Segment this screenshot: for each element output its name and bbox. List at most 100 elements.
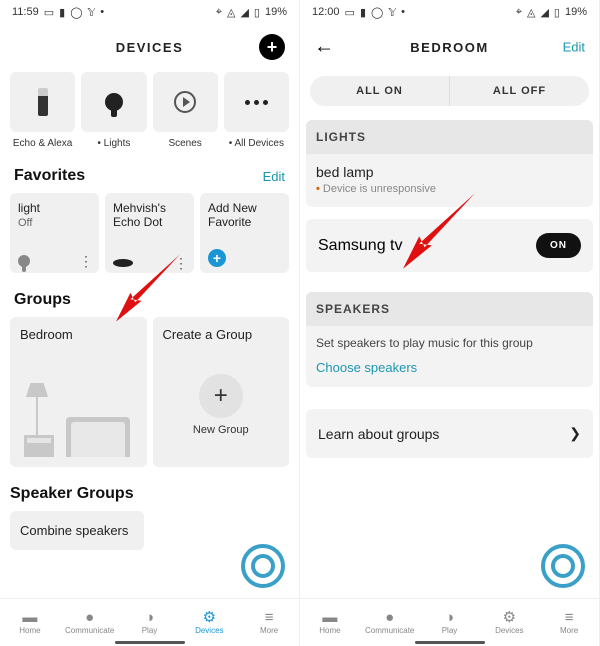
alexa-fab[interactable] xyxy=(541,544,585,588)
chat-icon: ● xyxy=(385,610,394,625)
nav-home[interactable]: ▬Home xyxy=(300,599,360,646)
battery-mini-icon: ▮ xyxy=(360,6,366,19)
groups-row: Bedroom Create a Group + New Group xyxy=(10,317,289,467)
category-scenes[interactable]: Scenes xyxy=(153,72,218,149)
category-lights[interactable]: • Lights xyxy=(81,72,146,149)
learn-label: Learn about groups xyxy=(318,426,439,442)
bulb-icon xyxy=(18,255,30,267)
category-label: • Lights xyxy=(81,138,146,149)
category-label: Scenes xyxy=(153,138,218,149)
nav-more[interactable]: ≡More xyxy=(239,599,299,646)
dot-icon: • xyxy=(401,6,405,18)
signal-icon: ◢ xyxy=(540,6,548,19)
favorite-card-light[interactable]: light Off ⋮ xyxy=(10,193,99,273)
category-row: Echo & Alexa • Lights Scenes • All Devic… xyxy=(10,72,289,149)
nav-indicator xyxy=(415,641,485,644)
group-label: Bedroom xyxy=(20,327,137,342)
circle-icon: ◯ xyxy=(371,6,383,19)
all-off-button[interactable]: ALL OFF xyxy=(450,76,589,106)
kebab-icon[interactable]: ⋮ xyxy=(79,258,91,264)
more-icon: ≡ xyxy=(565,610,574,625)
nav-devices[interactable]: ⚙Devices xyxy=(479,599,539,646)
play-icon: ◑ xyxy=(145,610,154,625)
wifi-icon: ◬ xyxy=(527,6,535,19)
choose-speakers-link[interactable]: Choose speakers xyxy=(316,360,583,375)
phone-left: 11:59 ▭ ▮ ◯ 𝕐 • ⌖ ◬ ◢ ▯ 19% DEVICES + Ec… xyxy=(0,0,300,646)
add-device-button[interactable]: + xyxy=(259,34,285,60)
favorite-label: Add New Favorite xyxy=(208,201,281,229)
battery-mini-icon: ▮ xyxy=(59,6,65,19)
calendar-icon: ▭ xyxy=(44,6,54,19)
battery-pct: 19% xyxy=(565,6,587,18)
device-warning: Device is unresponsive xyxy=(316,183,583,195)
clock: 11:59 xyxy=(12,6,39,18)
nav-play[interactable]: ◑Play xyxy=(420,599,480,646)
clock: 12:00 xyxy=(312,6,340,18)
light-item-bedlamp[interactable]: bed lamp Device is unresponsive xyxy=(306,154,593,207)
nav-communicate[interactable]: ●Communicate xyxy=(60,599,120,646)
favorite-label: light xyxy=(18,201,91,215)
device-item-samsung-tv[interactable]: Samsung tv ON xyxy=(306,219,593,272)
learn-about-groups[interactable]: Learn about groups ❯ xyxy=(306,409,593,458)
nav-devices[interactable]: ⚙Devices xyxy=(179,599,239,646)
signal-icon: ◢ xyxy=(240,6,248,19)
back-button[interactable]: ← xyxy=(314,36,334,59)
group-card-create[interactable]: Create a Group + New Group xyxy=(153,317,290,467)
power-toggle[interactable]: ON xyxy=(536,233,581,258)
category-label: • All Devices xyxy=(224,138,289,149)
favorite-sub: Off xyxy=(18,217,91,229)
category-echo[interactable]: Echo & Alexa xyxy=(10,72,75,149)
twitter-icon: 𝕐 xyxy=(88,6,96,19)
battery-icon: ▯ xyxy=(254,6,260,19)
edit-link[interactable]: Edit xyxy=(563,40,585,55)
nav-home[interactable]: ▬Home xyxy=(0,599,60,646)
all-toggle-row: ALL ON ALL OFF xyxy=(310,76,589,106)
bulb-icon xyxy=(105,93,123,111)
favorites-title: Favorites xyxy=(14,167,85,185)
groups-title: Groups xyxy=(14,291,71,309)
bottom-nav: ▬Home ●Communicate ◑Play ⚙Devices ≡More xyxy=(0,598,299,646)
favorites-row: light Off ⋮ Mehvish's Echo Dot ⋮ Add New… xyxy=(10,193,289,273)
calendar-icon: ▭ xyxy=(345,6,355,19)
circle-icon: ◯ xyxy=(70,6,82,19)
favorite-card-add[interactable]: Add New Favorite + xyxy=(200,193,289,273)
lights-header: LIGHTS xyxy=(306,120,593,154)
header: DEVICES + xyxy=(0,24,299,70)
statusbar: 12:00 ▭ ▮ ◯ 𝕐 • ⌖ ◬ ◢ ▯ 19% xyxy=(300,0,599,24)
dot-icon: • xyxy=(100,6,104,18)
favorite-label: Mehvish's Echo Dot xyxy=(113,201,186,229)
speakers-header: SPEAKERS xyxy=(306,292,593,326)
play-icon: ◑ xyxy=(445,610,454,625)
chat-icon: ● xyxy=(85,610,94,625)
location-icon: ⌖ xyxy=(516,6,522,19)
chevron-right-icon: ❯ xyxy=(569,425,581,442)
header: ← BEDROOM Edit xyxy=(300,24,599,70)
alexa-fab[interactable] xyxy=(241,544,285,588)
dots-icon xyxy=(245,100,268,105)
category-label: Echo & Alexa xyxy=(10,138,75,149)
group-card-bedroom[interactable]: Bedroom xyxy=(10,317,147,467)
favorite-card-echo[interactable]: Mehvish's Echo Dot ⋮ xyxy=(105,193,194,273)
category-all[interactable]: • All Devices xyxy=(224,72,289,149)
wifi-icon: ◬ xyxy=(227,6,235,19)
group-label: Create a Group xyxy=(163,327,280,342)
favorites-edit-link[interactable]: Edit xyxy=(263,169,285,184)
plus-icon: + xyxy=(199,374,243,418)
device-name: bed lamp xyxy=(316,164,583,180)
combine-label: Combine speakers xyxy=(20,523,128,538)
bottom-nav: ▬Home ●Communicate ◑Play ⚙Devices ≡More xyxy=(300,598,599,646)
kebab-icon[interactable]: ⋮ xyxy=(174,260,186,266)
devices-icon: ⚙ xyxy=(503,610,516,625)
home-icon: ▬ xyxy=(22,610,37,625)
speaker-groups-title: Speaker Groups xyxy=(10,485,289,503)
page-title: BEDROOM xyxy=(410,40,488,55)
nav-play[interactable]: ◑Play xyxy=(120,599,180,646)
combine-speakers-card[interactable]: Combine speakers xyxy=(10,511,144,550)
devices-icon: ⚙ xyxy=(203,610,216,625)
all-on-button[interactable]: ALL ON xyxy=(310,76,450,106)
location-icon: ⌖ xyxy=(216,6,222,19)
nav-communicate[interactable]: ●Communicate xyxy=(360,599,420,646)
battery-icon: ▯ xyxy=(554,6,560,19)
nav-more[interactable]: ≡More xyxy=(539,599,599,646)
twitter-icon: 𝕐 xyxy=(388,6,396,19)
